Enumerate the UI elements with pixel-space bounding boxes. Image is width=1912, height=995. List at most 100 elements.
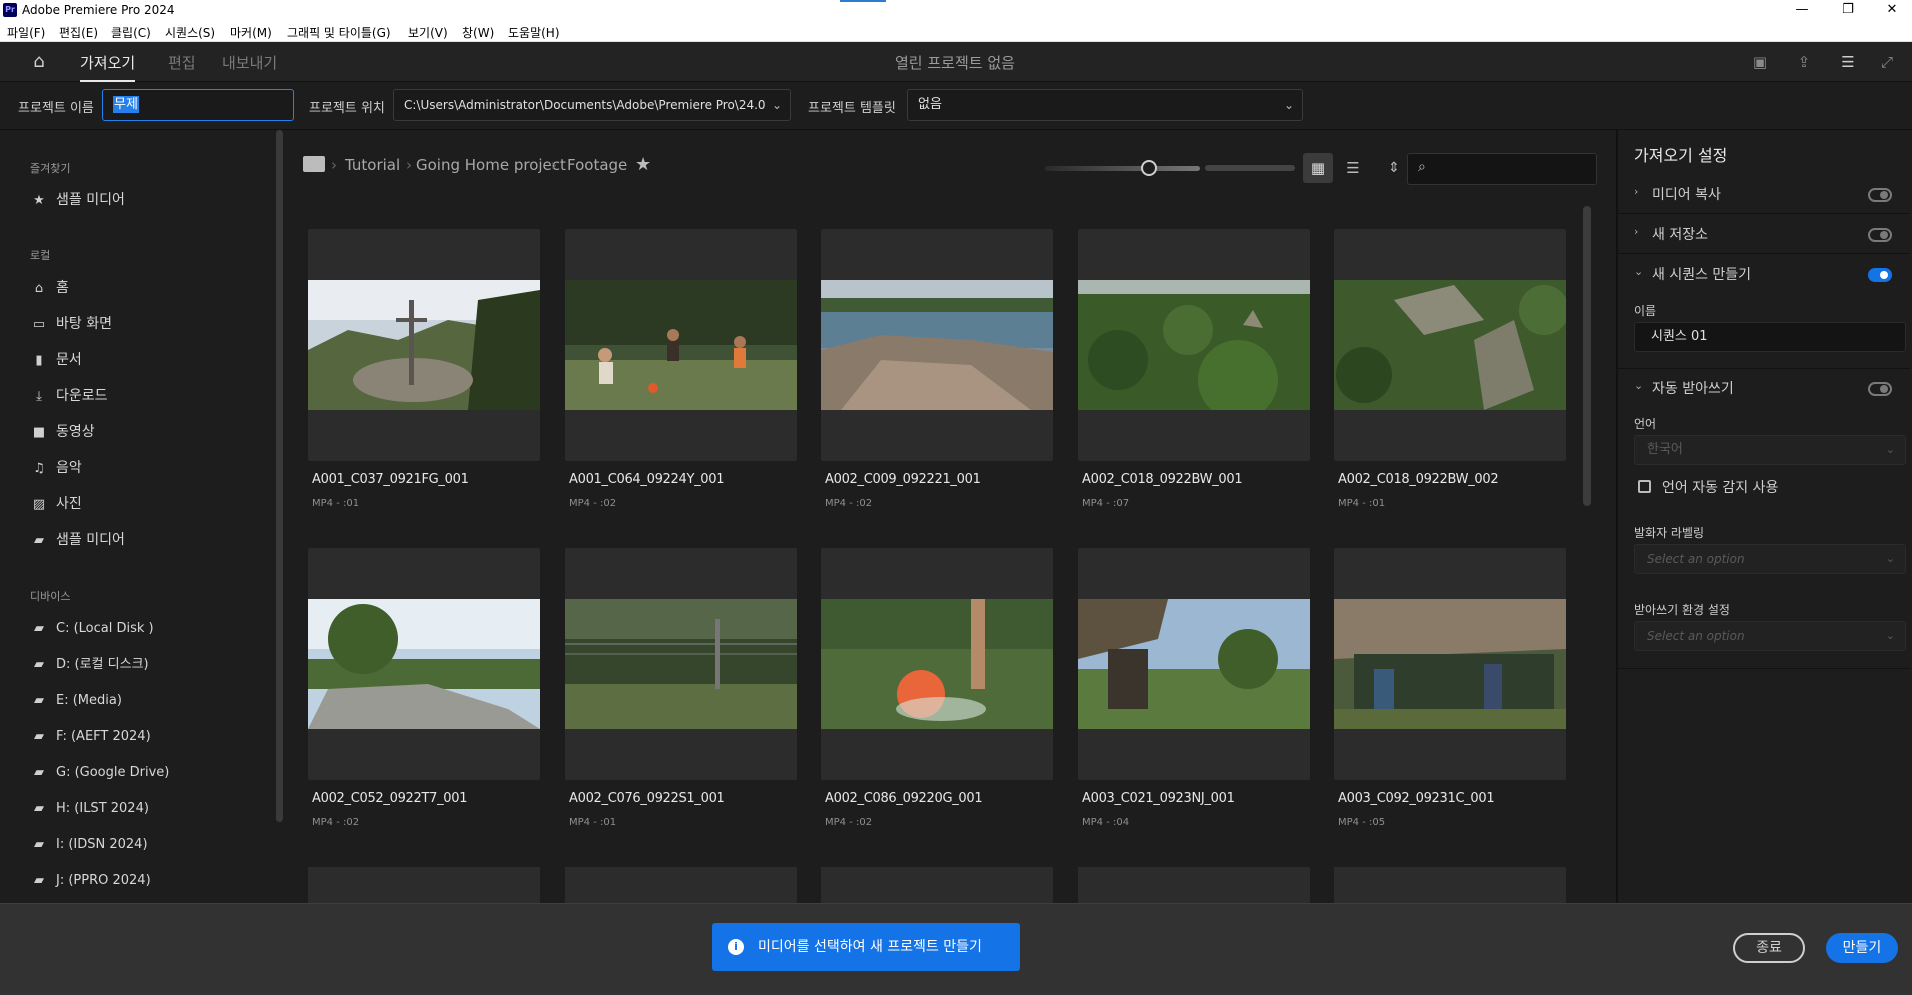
sidebar-item-pictures[interactable]: ▨ 사진 <box>30 493 82 515</box>
search-icon: ⌕ <box>1418 159 1426 175</box>
project-location-select[interactable]: C:\Users\Administrator\Documents\Adobe\P… <box>393 89 791 121</box>
language-select[interactable]: 한국어 ⌄ <box>1634 435 1906 465</box>
menu-graphics[interactable]: 그래픽 및 타이틀(G) <box>287 24 391 41</box>
close-window-button[interactable]: ✕ <box>1872 0 1912 22</box>
menu-window[interactable]: 창(W) <box>462 24 494 41</box>
menu-edit[interactable]: 편집(E) <box>59 24 98 41</box>
new-bin-row[interactable]: › 새 저장소 <box>1618 214 1910 254</box>
sidebar-item-downloads[interactable]: ⤓ 다운로드 <box>30 385 108 407</box>
media-card-partial[interactable] <box>821 867 1053 903</box>
favorites-heading: 즐겨찾기 <box>30 162 71 175</box>
auto-detect-checkbox[interactable] <box>1638 480 1651 493</box>
sidebar-item-sample-media[interactable]: ▰ 샘플 미디어 <box>30 529 125 551</box>
bottom-action-bar: i 미디어를 선택하여 새 프로젝트 만들기 종료 만들기 <box>0 903 1912 995</box>
divider <box>1618 668 1910 669</box>
menu-lines-icon[interactable]: ☰ <box>1837 51 1859 73</box>
maximize-button[interactable]: ❐ <box>1828 0 1868 22</box>
sidebar-item-drive-d[interactable]: ▰ D: (로컬 디스크) <box>30 654 149 676</box>
new-sequence-toggle[interactable] <box>1868 268 1892 282</box>
breadcrumb-item[interactable]: Going Home project <box>416 156 566 174</box>
new-sequence-row[interactable]: ⌄ 새 시퀀스 만들기 <box>1618 254 1910 294</box>
project-location-label: 프로젝트 위치 <box>309 101 385 116</box>
menu-view[interactable]: 보기(V) <box>408 24 448 41</box>
media-card-partial[interactable] <box>1334 867 1566 903</box>
sidebar-item-drive-i[interactable]: ▰ I: (IDSN 2024) <box>30 834 148 856</box>
search-input[interactable]: ⌕ <box>1407 153 1597 185</box>
video-thumbnail <box>821 280 1053 410</box>
sequence-name-input[interactable]: 시퀀스 01 <box>1634 322 1906 352</box>
chevron-down-icon: ⌄ <box>1634 265 1644 278</box>
sidebar-item-drive-f[interactable]: ▰ F: (AEFT 2024) <box>30 726 151 748</box>
auto-transcribe-row[interactable]: ⌄ 자동 받아쓰기 <box>1618 368 1910 408</box>
fullscreen-icon[interactable]: ⤢ <box>1876 51 1898 73</box>
sidebar-item-drive-c[interactable]: ▰ C: (Local Disk ) <box>30 618 154 640</box>
video-thumbnail <box>1078 599 1310 729</box>
new-bin-toggle[interactable] <box>1868 228 1892 242</box>
sidebar-item-favorite-sample-media[interactable]: ★ 샘플 미디어 <box>30 189 125 211</box>
transcribe-preferences-select[interactable]: Select an option ⌄ <box>1634 621 1906 651</box>
video-thumbnail <box>308 599 540 729</box>
chevron-down-icon: ⌄ <box>771 98 782 112</box>
menu-help[interactable]: 도움말(H) <box>508 24 560 41</box>
sidebar-item-drive-h[interactable]: ▰ H: (ILST 2024) <box>30 798 149 820</box>
tab-edit[interactable]: 편집 <box>168 52 196 73</box>
sidebar-item-label: 다운로드 <box>56 388 108 404</box>
sidebar-item-label: 음악 <box>56 460 82 476</box>
tab-export[interactable]: 내보내기 <box>222 52 277 73</box>
menu-clip[interactable]: 클립(C) <box>111 24 151 41</box>
list-view-icon[interactable]: ☰ <box>1340 153 1366 183</box>
media-card-partial[interactable] <box>308 867 540 903</box>
sidebar-item-music[interactable]: ♫ 음악 <box>30 457 82 479</box>
folder-icon: ▰ <box>34 657 44 672</box>
sidebar-item-videos[interactable]: ■ 동영상 <box>30 421 95 443</box>
chevron-down-icon: ⌄ <box>1885 629 1895 642</box>
menu-sequence[interactable]: 시퀀스(S) <box>165 24 215 41</box>
breadcrumb-item[interactable]: Tutorial <box>345 156 400 174</box>
project-name-input[interactable]: 무제 <box>102 89 294 121</box>
folder-icon: ▰ <box>34 801 44 816</box>
home-icon: ⌂ <box>34 281 44 296</box>
sort-icon[interactable]: ⇕ <box>1383 153 1405 183</box>
sidebar-item-drive-g[interactable]: ▰ G: (Google Drive) <box>30 762 169 784</box>
sidebar-item-documents[interactable]: ▮ 문서 <box>30 349 81 371</box>
sidebar-item-drive-e[interactable]: ▰ E: (Media) <box>30 690 122 712</box>
menu-marker[interactable]: 마커(M) <box>230 24 272 41</box>
tab-import[interactable]: 가져오기 <box>80 52 136 82</box>
media-card-partial[interactable] <box>1078 867 1310 903</box>
media-name: A002_C018_0922BW_001 <box>1082 472 1243 487</box>
sidebar-scrollbar[interactable] <box>276 130 283 822</box>
media-browser: › Tutorial › Going Home project › Footag… <box>285 130 1615 903</box>
sidebar-item-label: 홈 <box>56 280 69 296</box>
close-button[interactable]: 종료 <box>1733 933 1805 963</box>
minimize-button[interactable]: — <box>1782 0 1822 22</box>
auto-transcribe-toggle[interactable] <box>1868 382 1892 396</box>
media-name: A002_C052_0922T7_001 <box>312 791 468 806</box>
breadcrumb-item[interactable]: Footage <box>567 156 627 174</box>
media-meta: MP4 - :04 <box>1082 817 1130 828</box>
star-icon[interactable]: ★ <box>635 154 651 175</box>
media-name: A001_C064_09224Y_001 <box>569 472 725 487</box>
media-name: A002_C018_0922BW_002 <box>1338 472 1499 487</box>
image-icon: ▨ <box>32 497 46 512</box>
menu-file[interactable]: 파일(F) <box>7 24 45 41</box>
speaker-labeling-select[interactable]: Select an option ⌄ <box>1634 544 1906 574</box>
sidebar-item-home[interactable]: ⌂ 홈 <box>30 277 69 299</box>
create-button[interactable]: 만들기 <box>1826 933 1898 963</box>
project-status-title: 열린 프로젝트 없음 <box>895 54 1015 72</box>
share-icon[interactable]: ⇪ <box>1793 51 1815 73</box>
media-scrollbar[interactable] <box>1583 206 1591 506</box>
media-card-partial[interactable] <box>565 867 797 903</box>
folder-open-icon[interactable] <box>303 156 325 172</box>
workspace-icon[interactable]: ▣ <box>1749 51 1771 73</box>
project-template-select[interactable]: 없음 ⌄ <box>907 89 1303 121</box>
copy-media-toggle[interactable] <box>1868 188 1892 202</box>
chevron-down-icon: ⌄ <box>1283 98 1294 112</box>
copy-media-row[interactable]: › 미디어 복사 <box>1618 174 1910 214</box>
media-name: A001_C037_0921FG_001 <box>312 472 469 487</box>
slider-handle[interactable] <box>1141 160 1157 176</box>
grid-view-icon[interactable]: ▦ <box>1303 153 1333 183</box>
sidebar-item-drive-j[interactable]: ▰ J: (PPRO 2024) <box>30 870 151 892</box>
sidebar-item-desktop[interactable]: ▭ 바탕 화면 <box>30 313 112 335</box>
home-icon[interactable]: ⌂ <box>28 51 50 73</box>
thumbnail-size-slider[interactable] <box>1045 166 1200 171</box>
